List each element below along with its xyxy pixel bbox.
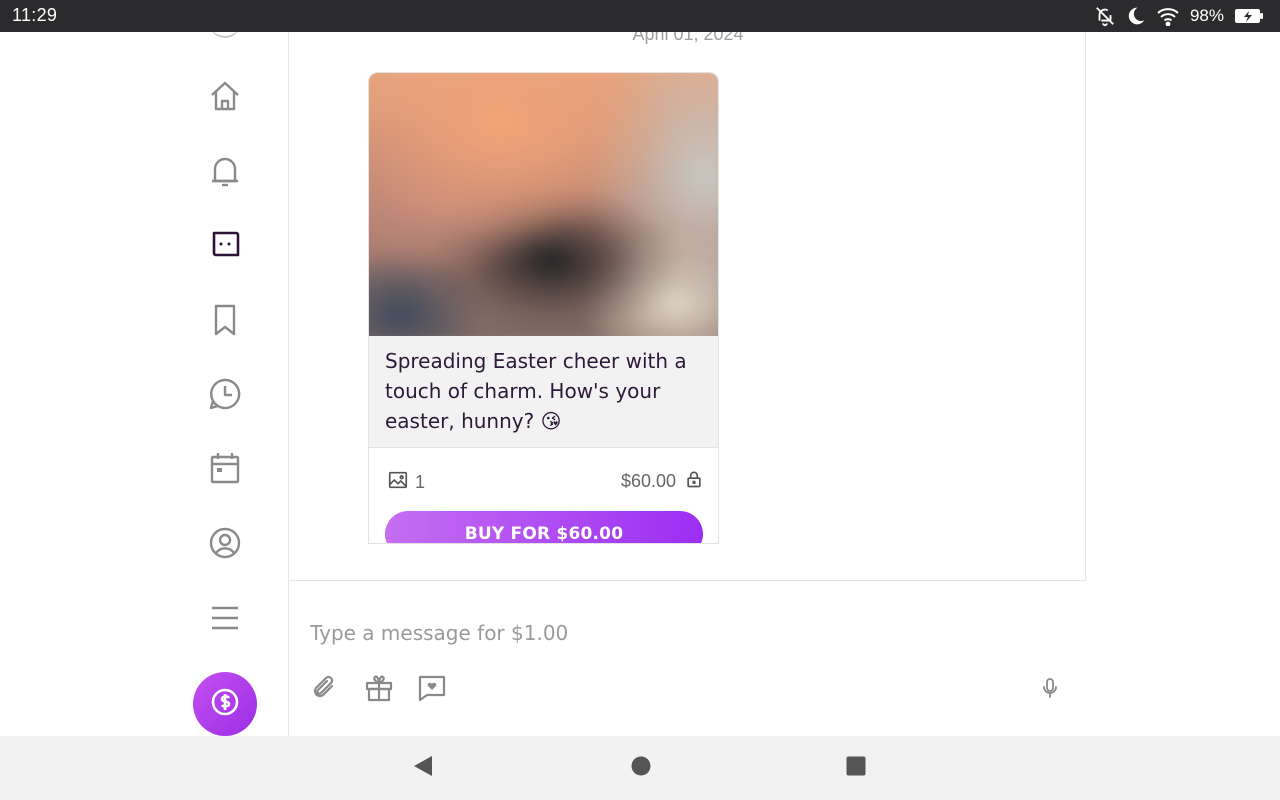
conversation-panel: April 01, 2024 Spreading Easter cheer wi…: [290, 32, 1086, 736]
battery-charging-icon: [1234, 8, 1264, 24]
sidebar-item-history[interactable]: [205, 374, 245, 414]
sidebar-item-home[interactable]: [205, 76, 245, 116]
sidebar-item-messages[interactable]: [205, 225, 245, 265]
image-icon: [387, 469, 409, 496]
sidebar-item-bookmarks[interactable]: [205, 300, 245, 340]
heart-message-icon: [417, 673, 447, 707]
sidebar-item-menu[interactable]: [205, 598, 245, 638]
wifi-icon: [1156, 6, 1180, 26]
status-bar: 11:29 98%: [0, 0, 1280, 32]
message-composer: [290, 580, 1086, 736]
battery-percent: 98%: [1189, 6, 1224, 25]
attach-button[interactable]: [308, 673, 342, 707]
sidebar-item-calendar[interactable]: [205, 448, 245, 488]
send-tip-button[interactable]: [193, 672, 257, 736]
microphone-icon: [1038, 676, 1062, 704]
sidebar-item-notifications[interactable]: [205, 152, 245, 192]
message-price: $60.00: [621, 469, 704, 494]
sidebar-item-profile[interactable]: [205, 523, 245, 563]
message-meta: 1 $60.00: [369, 469, 718, 497]
gift-icon: [364, 673, 394, 707]
sidebar-nav: [0, 32, 289, 736]
system-navigation-bar: [0, 736, 1280, 800]
history-icon: [207, 376, 243, 412]
back-button[interactable]: [411, 756, 435, 780]
home-circle-icon: [630, 755, 652, 781]
date-divider: April 01, 2024: [632, 32, 744, 44]
recents-button[interactable]: [844, 756, 868, 780]
price-value: $60.00: [620, 471, 676, 491]
status-time: 11:29: [12, 5, 58, 25]
home-icon: [207, 78, 243, 114]
buy-button[interactable]: BUY FOR $60.00: [385, 511, 703, 543]
media-count: 1: [387, 469, 425, 496]
bell-icon: [207, 154, 243, 190]
do-not-disturb-moon-icon: [1126, 6, 1146, 26]
back-triangle-icon: [412, 754, 434, 782]
paid-message-card: Spreading Easter cheer with a touch of c…: [368, 72, 719, 544]
menu-icon: [207, 600, 243, 636]
voice-message-button[interactable]: [1033, 673, 1067, 707]
chat-icon: [207, 227, 243, 263]
bookmark-icon: [207, 302, 243, 338]
message-text: Spreading Easter cheer with a touch of c…: [369, 336, 718, 448]
calendar-icon: [207, 450, 243, 486]
profile-icon: [207, 525, 243, 561]
home-nav-button[interactable]: [629, 756, 653, 780]
locked-media-preview[interactable]: [369, 73, 718, 336]
paperclip-icon: [310, 673, 340, 707]
gift-button[interactable]: [362, 673, 396, 707]
recents-square-icon: [845, 755, 867, 781]
media-count-value: 1: [415, 472, 426, 492]
status-icons: 98%: [1094, 4, 1264, 28]
message-input[interactable]: [310, 609, 1050, 657]
message-list[interactable]: April 01, 2024 Spreading Easter cheer wi…: [290, 32, 1086, 580]
dollar-icon: [209, 686, 241, 722]
scrolled-avatar-edge: [209, 32, 241, 38]
notifications-off-icon: [1094, 5, 1116, 27]
lock-icon: [684, 469, 704, 494]
blurred-image: [369, 73, 718, 336]
message-reaction-button[interactable]: [415, 673, 449, 707]
